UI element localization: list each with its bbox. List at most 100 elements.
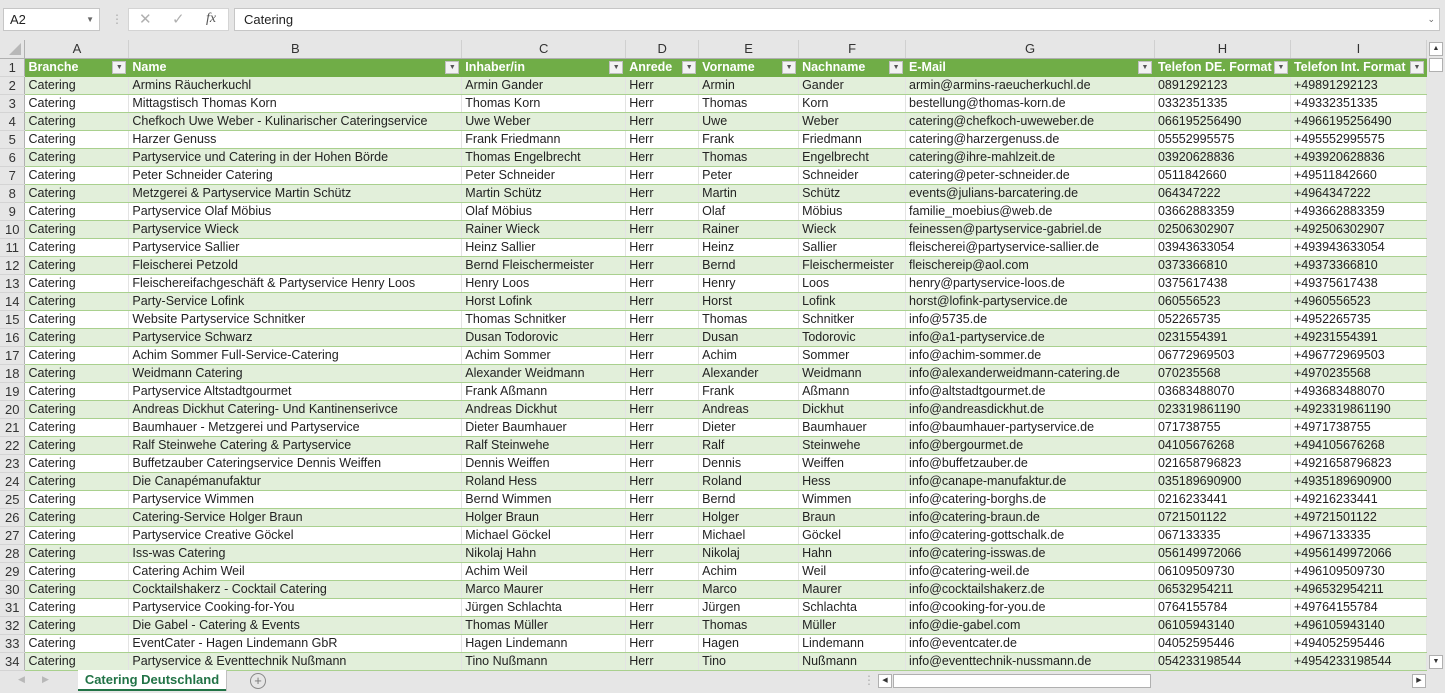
row-header[interactable]: 15 <box>0 310 26 329</box>
cell-g[interactable]: info@a1-partyservice.de <box>905 328 1155 347</box>
row-header[interactable]: 20 <box>0 400 26 419</box>
cell-e[interactable]: Peter <box>698 166 800 185</box>
cell-g[interactable]: horst@lofink-partyservice.de <box>905 292 1155 311</box>
row-header[interactable]: 23 <box>0 454 26 473</box>
cell-i[interactable]: +4967133335 <box>1290 526 1427 545</box>
cell-e[interactable]: Ralf <box>698 436 800 455</box>
column-header-b[interactable]: B <box>128 40 463 59</box>
cell-a[interactable]: Catering <box>24 436 130 455</box>
cell-g[interactable]: henry@partyservice-loos.de <box>905 274 1155 293</box>
cell-d[interactable]: Herr <box>625 382 700 401</box>
cell-b[interactable]: Partyservice Wimmen <box>128 490 463 509</box>
name-box[interactable]: A2 ▼ <box>3 8 100 31</box>
cell-g[interactable]: catering@harzergenuss.de <box>905 130 1155 149</box>
cell-c[interactable]: Thomas Engelbrecht <box>461 148 627 167</box>
cell-b[interactable]: Partyservice Schwarz <box>128 328 463 347</box>
cell-h[interactable]: 0511842660 <box>1154 166 1291 185</box>
row-header[interactable]: 7 <box>0 166 26 185</box>
cell-b[interactable]: Partyservice Cooking-for-You <box>128 598 463 617</box>
row-header[interactable]: 2 <box>0 76 26 95</box>
cell-c[interactable]: Frank Friedmann <box>461 130 627 149</box>
cell-d[interactable]: Herr <box>625 634 700 653</box>
cell-g[interactable]: info@die-gabel.com <box>905 616 1155 635</box>
cell-b[interactable]: Buffetzauber Cateringservice Dennis Weif… <box>128 454 463 473</box>
cell-c[interactable]: Thomas Korn <box>461 94 627 113</box>
header-cell[interactable]: Name ▼ <box>128 58 463 77</box>
cell-f[interactable]: Möbius <box>798 202 907 221</box>
cell-i[interactable]: +49373366810 <box>1290 256 1427 275</box>
cell-e[interactable]: Dieter <box>698 418 800 437</box>
column-header-h[interactable]: H <box>1154 40 1291 59</box>
cell-d[interactable]: Herr <box>625 166 700 185</box>
filter-dropdown-icon[interactable]: ▼ <box>609 60 624 74</box>
cell-d[interactable]: Herr <box>625 418 700 437</box>
scroll-right-icon[interactable]: ▶ <box>1412 674 1426 688</box>
row-header[interactable]: 26 <box>0 508 26 527</box>
row-header[interactable]: 22 <box>0 436 26 455</box>
cell-b[interactable]: Die Gabel - Catering & Events <box>128 616 463 635</box>
cell-h[interactable]: 03943633054 <box>1154 238 1291 257</box>
row-header[interactable]: 17 <box>0 346 26 365</box>
cell-g[interactable]: info@canape-manufaktur.de <box>905 472 1155 491</box>
row-header[interactable]: 27 <box>0 526 26 545</box>
cell-a[interactable]: Catering <box>24 256 130 275</box>
cell-i[interactable]: +49375617438 <box>1290 274 1427 293</box>
row-header[interactable]: 13 <box>0 274 26 293</box>
row-header[interactable]: 14 <box>0 292 26 311</box>
cell-c[interactable]: Ralf Steinwehe <box>461 436 627 455</box>
chevron-down-icon[interactable]: ▼ <box>86 9 94 30</box>
select-all-corner[interactable] <box>0 40 26 59</box>
cell-c[interactable]: Roland Hess <box>461 472 627 491</box>
cell-h[interactable]: 0721501122 <box>1154 508 1291 527</box>
cell-c[interactable]: Dennis Weiffen <box>461 454 627 473</box>
cell-b[interactable]: Die Canapémanufaktur <box>128 472 463 491</box>
scroll-down-icon[interactable]: ▼ <box>1429 655 1443 669</box>
cell-b[interactable]: Andreas Dickhut Catering- Und Kantinense… <box>128 400 463 419</box>
cell-i[interactable]: +49231554391 <box>1290 328 1427 347</box>
cell-d[interactable]: Herr <box>625 400 700 419</box>
cell-c[interactable]: Bernd Fleischermeister <box>461 256 627 275</box>
column-header-a[interactable]: A <box>24 40 130 59</box>
cell-e[interactable]: Jürgen <box>698 598 800 617</box>
cell-h[interactable]: 0332351335 <box>1154 94 1291 113</box>
filter-dropdown-icon[interactable]: ▼ <box>682 60 697 74</box>
cell-e[interactable]: Alexander <box>698 364 800 383</box>
cell-d[interactable]: Herr <box>625 526 700 545</box>
cell-f[interactable]: Weber <box>798 112 907 131</box>
filter-dropdown-icon[interactable]: ▼ <box>889 60 904 74</box>
cell-e[interactable]: Henry <box>698 274 800 293</box>
cell-g[interactable]: info@catering-gottschalk.de <box>905 526 1155 545</box>
cell-b[interactable]: Ralf Steinwehe Catering & Partyservice <box>128 436 463 455</box>
cell-a[interactable]: Catering <box>24 490 130 509</box>
cell-c[interactable]: Horst Lofink <box>461 292 627 311</box>
cell-a[interactable]: Catering <box>24 526 130 545</box>
cell-h[interactable]: 054233198544 <box>1154 652 1291 671</box>
cell-c[interactable]: Nikolaj Hahn <box>461 544 627 563</box>
cell-d[interactable]: Herr <box>625 238 700 257</box>
cell-i[interactable]: +494105676268 <box>1290 436 1427 455</box>
cell-h[interactable]: 060556523 <box>1154 292 1291 311</box>
horizontal-scrollbar[interactable]: ◀ ▶ <box>878 674 1426 689</box>
cell-a[interactable]: Catering <box>24 544 130 563</box>
cell-b[interactable]: Partyservice Olaf Möbius <box>128 202 463 221</box>
cell-h[interactable]: 06772969503 <box>1154 346 1291 365</box>
cell-c[interactable]: Armin Gander <box>461 76 627 95</box>
cell-c[interactable]: Bernd Wimmen <box>461 490 627 509</box>
filter-dropdown-icon[interactable]: ▼ <box>1273 60 1288 74</box>
cell-f[interactable]: Müller <box>798 616 907 635</box>
cell-i[interactable]: +492506302907 <box>1290 220 1427 239</box>
cell-g[interactable]: info@achim-sommer.de <box>905 346 1155 365</box>
header-cell[interactable]: Inhaber/in ▼ <box>461 58 627 77</box>
cell-e[interactable]: Achim <box>698 562 800 581</box>
row-header[interactable]: 11 <box>0 238 26 257</box>
cell-c[interactable]: Tino Nußmann <box>461 652 627 671</box>
cell-c[interactable]: Achim Sommer <box>461 346 627 365</box>
cell-g[interactable]: fleischerei@partyservice-sallier.de <box>905 238 1155 257</box>
cell-h[interactable]: 06105943140 <box>1154 616 1291 635</box>
cell-i[interactable]: +496772969503 <box>1290 346 1427 365</box>
cell-g[interactable]: feinessen@partyservice-gabriel.de <box>905 220 1155 239</box>
cell-g[interactable]: info@bergourmet.de <box>905 436 1155 455</box>
row-header[interactable]: 34 <box>0 652 26 671</box>
cell-h[interactable]: 03683488070 <box>1154 382 1291 401</box>
header-cell[interactable]: Telefon DE. Format ▼ <box>1154 58 1291 77</box>
